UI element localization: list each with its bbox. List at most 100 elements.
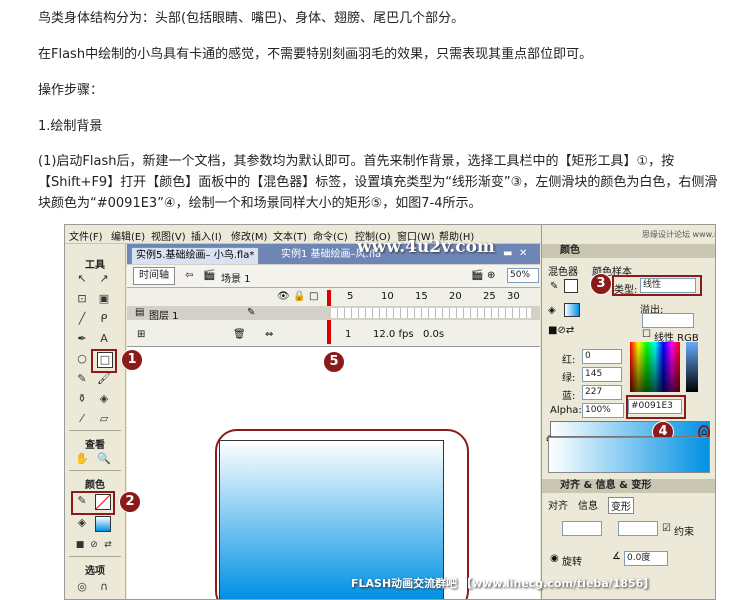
frame-number: 30	[507, 291, 520, 302]
callout-1-box	[91, 349, 117, 373]
menu-view[interactable]: 视图(V)	[151, 228, 186, 243]
line-tool-icon[interactable]: ╱	[75, 312, 89, 326]
menu-insert[interactable]: 插入(I)	[191, 228, 222, 243]
overflow-select[interactable]	[642, 313, 694, 328]
view-title: 查看	[85, 440, 105, 451]
pencil-icon: ✎	[247, 307, 256, 318]
corner-watermark: 思缘设计论坛 www.missyuan.com	[642, 230, 715, 239]
tab-transform[interactable]: 变形	[608, 497, 634, 514]
pen-tool-icon[interactable]: ✒	[75, 332, 89, 346]
menu-modify[interactable]: 修改(M)	[231, 228, 267, 243]
paragraph-step-1-heading: 1.绘制背景	[38, 119, 103, 134]
align-panel-header: 对齐 & 信息 & 变形	[542, 479, 715, 493]
fill-transform-tool-icon[interactable]: ▣	[97, 292, 111, 306]
add-layer-icon[interactable]: ⊞	[137, 329, 145, 340]
fill-color-icon[interactable]: ◈	[75, 516, 89, 530]
snap-magnet-icon[interactable]: ∩	[97, 580, 111, 594]
arrow-tool-icon[interactable]: ↖	[75, 272, 89, 286]
timeline-status: ⊞ 🗑 ⇔ 1 12.0 fps 0.0s	[127, 326, 540, 344]
frame-number: 25	[483, 291, 496, 302]
edit-scene-icon[interactable]: 🎬	[471, 270, 483, 281]
frame-strip[interactable]	[331, 308, 531, 318]
frame-number: 10	[381, 291, 394, 302]
back-arrow-icon[interactable]: ⇦	[185, 270, 193, 281]
text-tool-icon[interactable]: A	[97, 332, 111, 346]
tab-mixer[interactable]: 混色器	[548, 263, 578, 278]
menu-edit[interactable]: 编辑(E)	[111, 228, 145, 243]
color-spectrum[interactable]	[630, 342, 680, 392]
red-input[interactable]: 0	[582, 349, 622, 364]
lasso-tool-icon[interactable]: ᑭ	[97, 312, 111, 326]
fill-swatch[interactable]	[564, 303, 580, 317]
zoom-tool-icon[interactable]: 🔍	[97, 452, 111, 466]
scene-label: 场景 1	[221, 274, 251, 285]
fill-bucket-icon[interactable]: ◈	[548, 305, 556, 316]
object-drawing-icon[interactable]: ◎	[75, 580, 89, 594]
skew-input[interactable]: 0.0度	[624, 551, 668, 566]
constrain-label: 约束	[674, 527, 694, 538]
default-colors-icon[interactable]: ■	[73, 538, 87, 552]
eyedropper-tool-icon[interactable]: ⁄	[75, 412, 89, 426]
zoom-select[interactable]: 50%	[507, 268, 539, 283]
paragraph-step-1-detail: (1)启动Flash后，新建一个文档，其参数均为默认即可。首先来制作背景，选择工…	[38, 154, 718, 211]
stage[interactable]: 5	[127, 347, 540, 599]
toolbox-divider	[69, 470, 121, 471]
menu-commands[interactable]: 命令(C)	[313, 228, 348, 243]
frame-number: 20	[449, 291, 462, 302]
close-icon[interactable]: ✕	[515, 246, 531, 262]
swap-colors-icon[interactable]: ⇄	[101, 538, 115, 552]
constrain-checkbox[interactable]: ☑	[662, 523, 671, 534]
layer-name: 图层 1	[149, 311, 179, 322]
outline-icon[interactable]: □	[309, 291, 318, 302]
toolbox-divider	[69, 556, 121, 557]
subselect-tool-icon[interactable]: ↗	[97, 272, 111, 286]
eye-icon[interactable]: 👁	[277, 291, 290, 302]
no-color-icon[interactable]: ⊘	[87, 538, 101, 552]
oval-tool-icon[interactable]: ○	[75, 352, 89, 366]
linear-rgb-checkbox[interactable]: ☐	[642, 329, 651, 340]
center-frame-icon[interactable]: ⇔	[265, 329, 273, 340]
skew-icon: ∡	[612, 551, 621, 562]
eraser-tool-icon[interactable]: ▱	[97, 412, 111, 426]
frame-number: 5	[347, 291, 354, 302]
fill-color-swatch[interactable]	[95, 516, 111, 532]
paint-bucket-tool-icon[interactable]: ◈	[97, 392, 111, 406]
lock-icon[interactable]: 🔒	[293, 291, 305, 302]
brush-tool-icon[interactable]: 🖌	[97, 372, 111, 386]
alpha-input[interactable]: 100%	[582, 403, 624, 418]
menu-text[interactable]: 文本(T)	[273, 228, 307, 243]
badge-2: 2	[119, 491, 141, 513]
alpha-label: Alpha:	[550, 405, 582, 416]
timeline-button[interactable]: 时间轴	[133, 267, 175, 285]
trash-icon[interactable]: 🗑	[233, 329, 246, 340]
color-panel-header: 颜色	[542, 244, 715, 258]
rotate-radio[interactable]: ◉	[550, 553, 559, 564]
height-scale-input[interactable]	[618, 521, 658, 536]
tab-align[interactable]: 对齐	[548, 497, 568, 512]
layer-row[interactable]: ▤ 图层 1 ✎	[127, 306, 540, 322]
stroke-pencil-icon[interactable]: ✎	[550, 281, 558, 292]
menu-file[interactable]: 文件(F)	[69, 228, 103, 243]
width-scale-input[interactable]	[562, 521, 602, 536]
scene-icon: 🎬	[203, 270, 216, 281]
pencil-tool-icon[interactable]: ✎	[75, 372, 89, 386]
blue-input[interactable]: 227	[582, 385, 622, 400]
default-colors-icon[interactable]: ■⊘⇄	[548, 325, 574, 336]
ink-bottle-tool-icon[interactable]: ⚱	[75, 392, 89, 406]
brightness-slider[interactable]	[686, 342, 698, 392]
rotate-label: 旋转	[562, 557, 582, 568]
green-input[interactable]: 145	[582, 367, 622, 382]
free-transform-tool-icon[interactable]: ⊡	[75, 292, 89, 306]
tab-info[interactable]: 信息	[578, 497, 598, 512]
gradient-definition-bar[interactable]	[550, 421, 710, 437]
callout-3-box	[612, 275, 702, 296]
green-label: 绿:	[562, 373, 576, 384]
tab-document-bird[interactable]: 实例5.基础绘画– 小鸟.fla*	[131, 247, 260, 264]
flash-screenshot: 文件(F) 编辑(E) 视图(V) 插入(I) 修改(M) 文本(T) 命令(C…	[64, 224, 716, 600]
hand-tool-icon[interactable]: ✋	[75, 452, 89, 466]
edit-symbol-icon[interactable]: ⊕	[487, 270, 495, 281]
stroke-swatch[interactable]	[564, 279, 578, 293]
minimize-icon[interactable]: ▬	[499, 246, 516, 262]
badge-3: 3	[590, 273, 612, 295]
layer-icon: ▤	[135, 307, 145, 318]
